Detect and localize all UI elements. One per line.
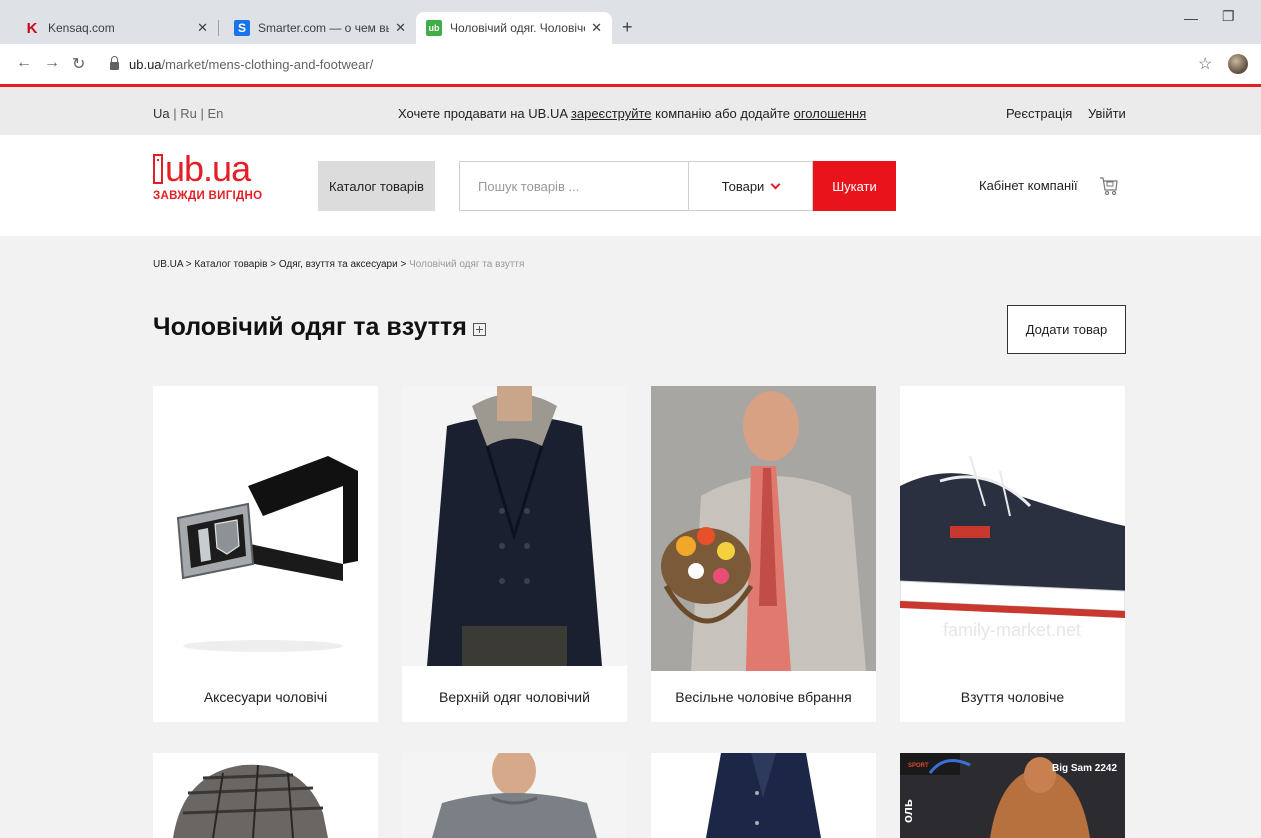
breadcrumb-clothing[interactable]: Одяг, взуття та аксесуари xyxy=(279,259,398,270)
seller-promo: Хочете продавати на UB.UA зареєструйте к… xyxy=(398,106,866,121)
close-tab-icon[interactable]: ✕ xyxy=(197,20,208,36)
breadcrumb: UB.UA > Каталог товарів > Одяг, взуття т… xyxy=(153,259,524,270)
category-card[interactable]: Верхній одяг чоловічий xyxy=(402,386,627,722)
promo-middle: компанію або додайте xyxy=(651,106,794,121)
breadcrumb-separator: > xyxy=(397,259,410,270)
back-arrow-icon[interactable]: ← xyxy=(16,54,32,72)
side-text: оль xyxy=(900,799,915,823)
coat-image xyxy=(402,386,627,666)
logo-tagline: ЗАВЖДИ ВИГІДНО xyxy=(153,190,263,202)
tab-title: Smarter.com — о чем вы хотите xyxy=(258,21,389,35)
minimize-icon[interactable]: — xyxy=(1184,10,1198,26)
login-link[interactable]: Увійти xyxy=(1088,106,1126,121)
search-scope-value: Товари xyxy=(721,178,765,194)
category-card[interactable] xyxy=(402,753,627,838)
category-card[interactable] xyxy=(153,753,378,838)
new-tab-icon[interactable]: + xyxy=(622,17,633,38)
sport-image: SPORT оль Big Sam 2242 xyxy=(900,753,1125,838)
breadcrumb-catalog[interactable]: Каталог товарів xyxy=(194,259,267,270)
lang-ru-link[interactable]: Ru xyxy=(180,106,197,121)
tab-title: Kensaq.com xyxy=(48,21,115,35)
close-tab-icon[interactable]: ✕ xyxy=(591,20,602,36)
reload-icon[interactable]: ↻ xyxy=(72,54,85,74)
ub-favicon-icon: ub xyxy=(426,20,442,36)
search-button[interactable]: Шукати xyxy=(813,161,896,211)
company-cabinet-link[interactable]: Кабінет компанії xyxy=(979,178,1078,193)
logo-mark-icon xyxy=(153,154,163,184)
url-host: ub.ua xyxy=(129,56,162,72)
tab-smarter[interactable]: S Smarter.com — о чем вы хотите ✕ xyxy=(224,12,416,44)
shoe-image: family-market.net xyxy=(900,386,1125,666)
top-info-strip: Ua | Ru | En Хочете продавати на UB.UA з… xyxy=(0,87,1261,135)
bookmark-star-icon[interactable]: ☆ xyxy=(1198,54,1212,74)
sweater-image xyxy=(402,753,627,838)
category-label: Верхній одяг чоловічий xyxy=(439,689,590,705)
breadcrumb-home[interactable]: UB.UA xyxy=(153,259,183,270)
smarter-favicon-icon: S xyxy=(234,20,250,36)
search-input[interactable] xyxy=(459,161,688,211)
category-card[interactable]: family-market.net Взуття чоловіче xyxy=(900,386,1125,722)
logo-wordmark: ub.ua xyxy=(153,151,262,187)
page-title: Чоловічий одяг та взуття xyxy=(153,313,486,342)
kensaq-favicon-icon: K xyxy=(26,19,38,37)
site-header: ub.ua ЗАВЖДИ ВИГІДНО Каталог товарів Тов… xyxy=(0,135,1261,236)
cap-image xyxy=(153,753,378,838)
catalog-button[interactable]: Каталог товарів xyxy=(318,161,435,211)
page-title-text: Чоловічий одяг та взуття xyxy=(153,313,467,341)
badge-text: Big Sam 2242 xyxy=(1052,763,1117,774)
logo-text: ub.ua xyxy=(165,148,251,189)
category-card[interactable]: SPORT оль Big Sam 2242 xyxy=(900,753,1125,838)
register-company-link[interactable]: зареєструйте xyxy=(571,106,652,121)
brand-text: SPORT xyxy=(908,763,929,769)
tab-title: Чоловічий одяг. Чоловіче взут xyxy=(450,21,586,35)
expand-plus-icon[interactable] xyxy=(472,323,486,336)
site-logo[interactable]: ub.ua ЗАВЖДИ ВИГІДНО xyxy=(153,151,262,202)
belt-image xyxy=(153,386,378,666)
lock-icon xyxy=(110,56,119,70)
browser-toolbar: ← → ↻ ub.ua/market/mens-clothing-and-foo… xyxy=(0,44,1261,84)
tab-kensaq[interactable]: K Kensaq.com ✕ xyxy=(14,12,218,44)
lang-en-link[interactable]: En xyxy=(207,106,223,121)
add-product-button[interactable]: Додати товар xyxy=(1007,305,1126,354)
forward-arrow-icon[interactable]: → xyxy=(44,54,60,72)
search-bar: Товари Шукати xyxy=(459,161,896,211)
tab-ub-active[interactable]: ub Чоловічий одяг. Чоловіче взут ✕ xyxy=(416,12,612,44)
chevron-down-icon xyxy=(770,179,781,189)
add-listing-link[interactable]: оголошення xyxy=(794,106,867,121)
wedding-suit-image xyxy=(651,386,876,671)
language-switcher: Ua | Ru | En xyxy=(153,106,224,121)
category-label: Весільне чоловіче вбрання xyxy=(675,689,852,705)
category-card[interactable]: Аксесуари чоловічі xyxy=(153,386,378,722)
jacket-image xyxy=(651,753,876,838)
browser-tab-bar: K Kensaq.com ✕ S Smarter.com — о чем вы … xyxy=(0,0,1261,44)
close-tab-icon[interactable]: ✕ xyxy=(395,20,406,36)
register-link[interactable]: Реєстрація xyxy=(1006,106,1072,121)
promo-prefix: Хочете продавати на UB.UA xyxy=(398,106,571,121)
breadcrumb-current: Чоловічий одяг та взуття xyxy=(409,259,525,270)
breadcrumb-separator: > xyxy=(183,259,195,270)
cart-icon[interactable] xyxy=(1099,175,1119,197)
watermark-text: family-market.net xyxy=(943,620,1081,640)
category-card[interactable]: Весільне чоловіче вбрання xyxy=(651,386,876,722)
breadcrumb-separator: > xyxy=(267,259,279,270)
search-scope-select[interactable]: Товари xyxy=(688,161,813,211)
tab-divider xyxy=(218,20,219,36)
address-bar[interactable]: ub.ua/market/mens-clothing-and-footwear/ xyxy=(98,50,1228,78)
category-card[interactable] xyxy=(651,753,876,838)
profile-avatar[interactable] xyxy=(1228,54,1248,74)
category-label: Аксесуари чоловічі xyxy=(203,689,328,705)
category-label: Взуття чоловіче xyxy=(960,689,1065,705)
lang-ua-link[interactable]: Ua xyxy=(153,106,170,121)
url-path: /market/mens-clothing-and-footwear/ xyxy=(161,56,374,72)
restore-window-icon[interactable]: ❐ xyxy=(1222,8,1235,25)
